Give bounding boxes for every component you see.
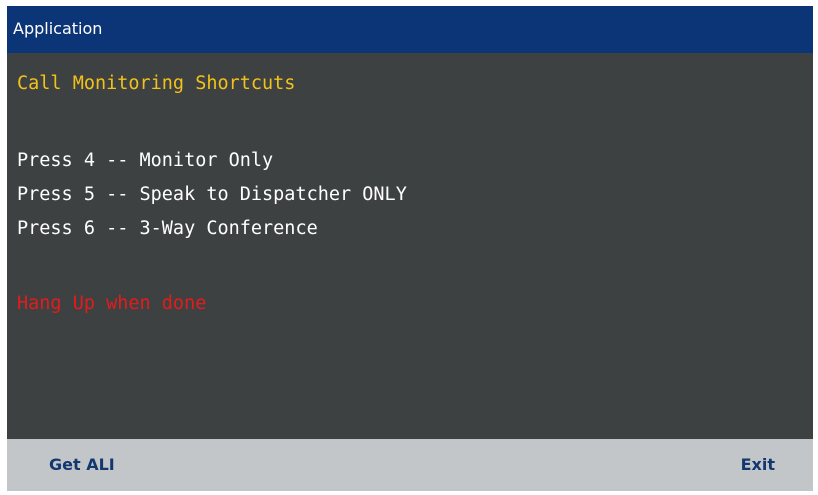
get-ali-button[interactable]: Get ALI bbox=[49, 439, 115, 491]
window-title: Application bbox=[13, 19, 103, 38]
phone-screen: Application Call Monitoring Shortcuts Pr… bbox=[7, 6, 813, 491]
content-area: Call Monitoring Shortcuts Press 4 -- Mon… bbox=[7, 53, 813, 439]
hang-up-note: Hang Up when done bbox=[17, 293, 207, 314]
softkey-bar: Get ALI Exit bbox=[7, 439, 813, 491]
page-heading: Call Monitoring Shortcuts bbox=[17, 73, 296, 94]
shortcut-monitor-only: Press 4 -- Monitor Only bbox=[17, 150, 274, 171]
exit-button[interactable]: Exit bbox=[741, 439, 775, 491]
shortcut-three-way-conference: Press 6 -- 3-Way Conference bbox=[17, 218, 318, 239]
title-bar: Application bbox=[7, 6, 813, 53]
shortcut-speak-to-dispatcher: Press 5 -- Speak to Dispatcher ONLY bbox=[17, 184, 407, 205]
